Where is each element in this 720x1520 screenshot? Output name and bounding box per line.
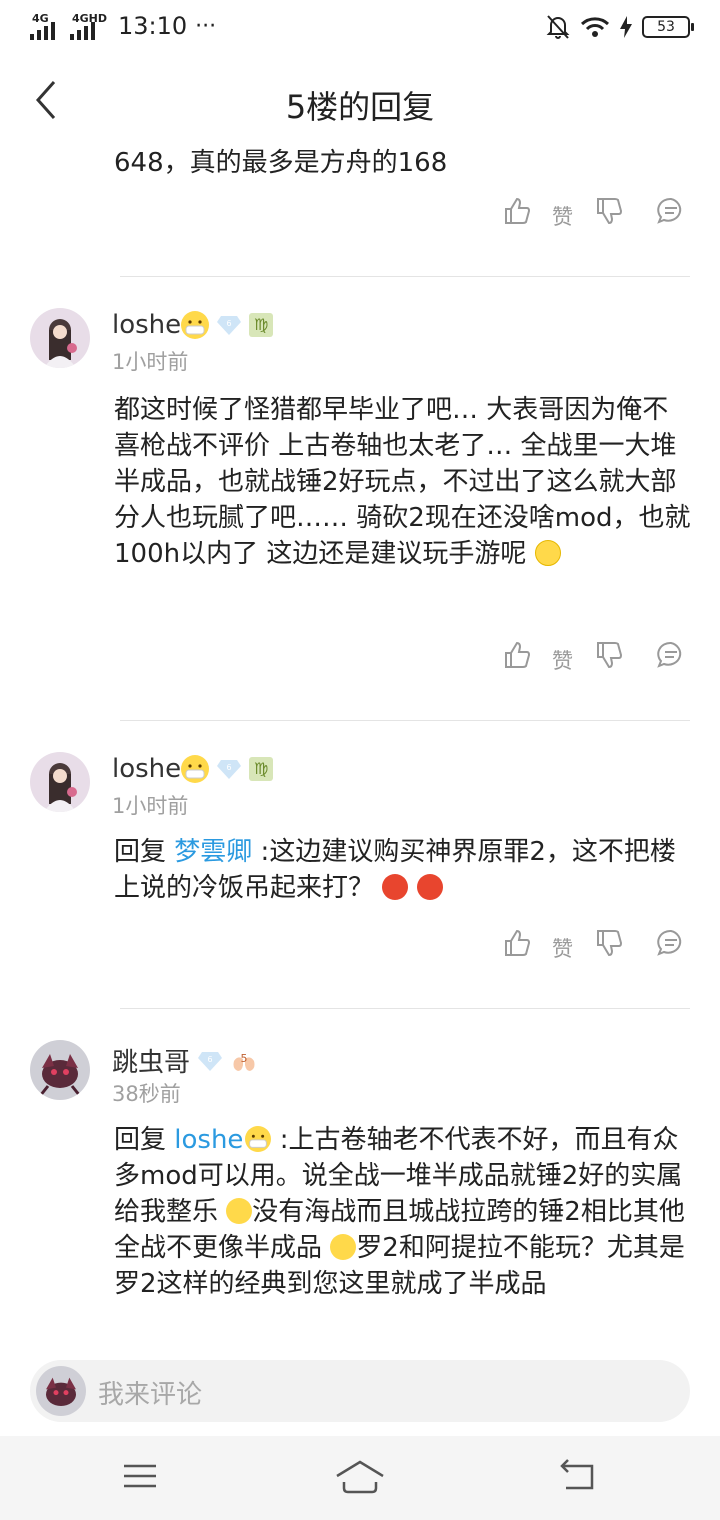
battery-indicator: 53: [642, 16, 694, 38]
reply-list[interactable]: 648，真的最多是方舟的168 赞 loshe 6 ♍ 1小时前 都这时候了怪猎…: [0, 140, 720, 1345]
comment-input[interactable]: 我来评论: [98, 1374, 202, 1411]
svg-text:6: 6: [227, 319, 232, 328]
avatar[interactable]: [30, 308, 90, 368]
home-icon: [336, 1460, 384, 1494]
username-row: 跳虫哥 6 5: [112, 1042, 258, 1079]
comment-icon: [657, 929, 682, 956]
username[interactable]: loshe: [112, 310, 181, 340]
thumbs-up-icon: [505, 929, 531, 956]
username[interactable]: loshe: [112, 754, 181, 784]
dislike-button[interactable]: [594, 196, 624, 226]
reply-text: 648，真的最多是方舟的168: [114, 148, 448, 178]
mention-link[interactable]: loshe: [174, 1125, 272, 1155]
comment-icon: [657, 197, 682, 224]
lungs-level-badge: 5: [230, 1049, 258, 1073]
status-time: 13:10: [118, 12, 188, 40]
divider: [120, 1008, 690, 1009]
comment-text: 回复 loshe :上古卷轴老不代表不好，而且有众多mod可以用。说全战一堆半成…: [114, 1125, 685, 1299]
diamond-level-icon: 6: [217, 760, 242, 779]
comment-actions: 赞: [0, 640, 720, 680]
mask-emoji-icon: [181, 311, 210, 339]
comment-text: 回复 梦雲卿 :这边建议购买神界原罪2，这不把楼上说的冷饭吊起来打？: [114, 837, 676, 903]
grin-emoji-icon: [226, 1198, 253, 1224]
my-avatar: [36, 1366, 86, 1416]
svg-text:6: 6: [227, 763, 232, 772]
menu-icon: [124, 1464, 156, 1488]
username-row: loshe 6 ♍: [112, 310, 274, 340]
avatar-image: [36, 1366, 86, 1416]
page-title: 5楼的回复: [285, 88, 435, 126]
svg-text:6: 6: [207, 1055, 212, 1064]
menu-button[interactable]: [122, 1458, 158, 1498]
mute-bell-icon: [546, 15, 570, 39]
diamond-level-icon: 6: [198, 1051, 223, 1071]
system-nav-bar: [0, 1436, 720, 1520]
mention-link[interactable]: 梦雲卿: [174, 837, 252, 867]
avatar-image: [30, 1040, 90, 1100]
signal-icon-2: 4GHD: [70, 12, 107, 40]
comment-button[interactable]: [656, 928, 686, 958]
like-button[interactable]: [502, 640, 532, 670]
status-bar: 4G 4GHD 13:10 ··· 53: [0, 0, 720, 56]
mask-emoji-icon: [181, 755, 210, 783]
dislike-button[interactable]: [594, 928, 624, 958]
thumbs-down-icon: [597, 198, 623, 225]
avatar[interactable]: [30, 752, 90, 812]
signal-icon: 4G: [30, 12, 62, 40]
wifi-icon: [580, 17, 610, 37]
comment-button[interactable]: [656, 640, 686, 670]
comment-time: 1小时前: [112, 350, 189, 374]
avatar[interactable]: [30, 1040, 90, 1100]
thumbs-down-icon: [597, 930, 623, 957]
thumbs-up-icon: [505, 197, 531, 224]
reply-actions: 赞: [0, 196, 720, 236]
comment-button[interactable]: [656, 196, 686, 226]
return-icon: [560, 1459, 594, 1490]
like-label: 赞: [552, 205, 573, 229]
back-nav-button[interactable]: [558, 1458, 598, 1498]
thumbs-up-icon: [505, 641, 531, 668]
avatar-image: [30, 308, 90, 368]
angry-emoji-icon: [382, 874, 409, 900]
thumbs-down-icon: [597, 642, 623, 669]
diamond-level-icon: 6: [217, 316, 242, 335]
top-bar: 5楼的回复: [0, 64, 720, 140]
like-label: 赞: [552, 937, 573, 961]
dislike-button[interactable]: [594, 640, 624, 670]
username[interactable]: 跳虫哥: [112, 1042, 190, 1079]
divider: [120, 276, 690, 277]
comment-actions: 赞: [0, 928, 720, 968]
comment-input-bar[interactable]: 我来评论: [30, 1360, 690, 1422]
comment-text: 都这时候了怪猎都早毕业了吧… 大表哥因为俺不喜枪战不评价 上古卷轴也太老了… 全…: [114, 395, 691, 569]
avatar-image: [30, 752, 90, 812]
more-notifications-icon: ···: [195, 13, 217, 39]
comment-time: 38秒前: [112, 1082, 181, 1106]
charging-icon: [620, 16, 632, 38]
zodiac-badge: ♍: [249, 757, 274, 781]
like-button[interactable]: [502, 928, 532, 958]
like-button[interactable]: [502, 196, 532, 226]
comment-icon: [657, 641, 682, 668]
like-label: 赞: [552, 649, 573, 673]
angry-emoji-icon: [416, 874, 443, 900]
divider: [120, 720, 690, 721]
shush-emoji-icon: [330, 1234, 357, 1260]
zodiac-badge: ♍: [249, 313, 274, 337]
smile-emoji-icon: [534, 540, 561, 566]
mask-emoji-icon: [245, 1126, 272, 1152]
home-button[interactable]: [334, 1458, 386, 1502]
comment-time: 1小时前: [112, 794, 189, 818]
username-row: loshe 6 ♍: [112, 754, 274, 784]
